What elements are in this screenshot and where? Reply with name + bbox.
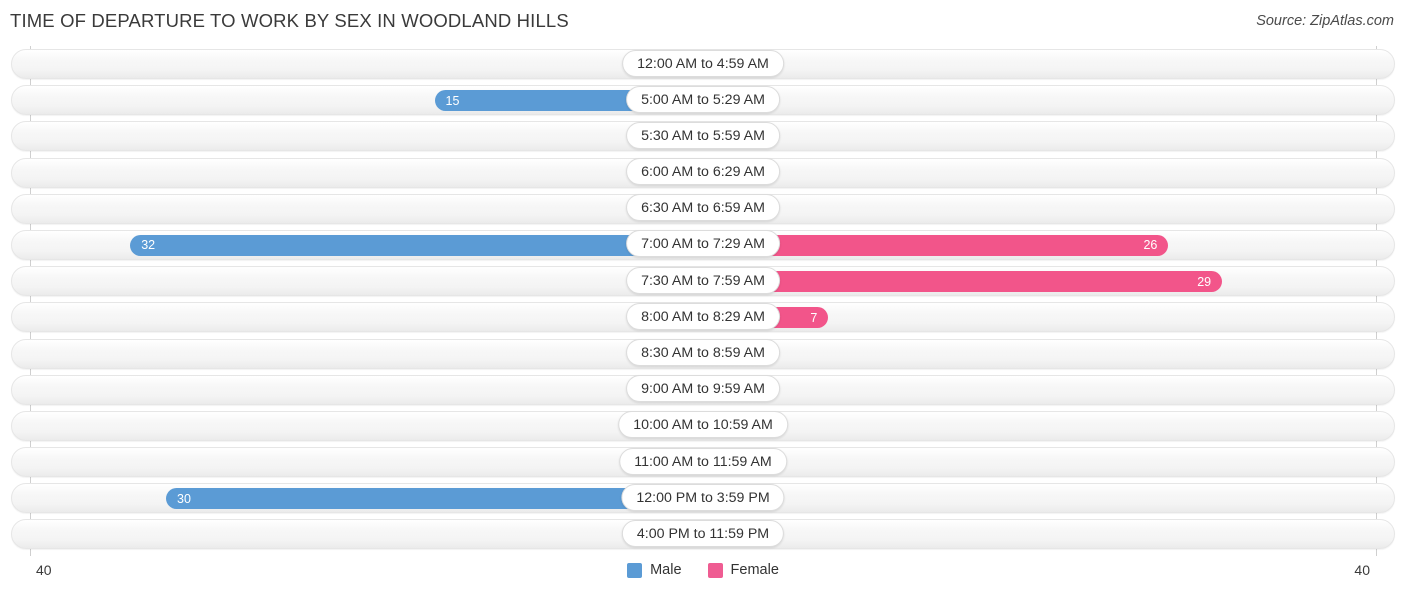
bar-female[interactable]: 29 bbox=[703, 271, 1223, 293]
page-title: TIME OF DEPARTURE TO WORK BY SEX IN WOOD… bbox=[10, 10, 569, 31]
table-row[interactable]: 1505:00 AM to 5:29 AM bbox=[0, 82, 1406, 118]
chart-footer: 40 40 Male Female bbox=[0, 556, 1406, 595]
source-attribution: Source: ZipAtlas.com bbox=[1256, 13, 1394, 29]
table-row[interactable]: 0011:00 AM to 11:59 AM bbox=[0, 444, 1406, 480]
legend-item-male[interactable]: Male bbox=[627, 562, 682, 578]
table-row[interactable]: 0010:00 AM to 10:59 AM bbox=[0, 408, 1406, 444]
category-label: 8:30 AM to 8:59 AM bbox=[626, 339, 780, 366]
category-label: 10:00 AM to 10:59 AM bbox=[618, 411, 788, 439]
category-label: 7:30 AM to 7:59 AM bbox=[626, 266, 780, 294]
table-row[interactable]: 0012:00 AM to 4:59 AM bbox=[0, 46, 1406, 82]
bar-rows: 0012:00 AM to 4:59 AM1505:00 AM to 5:29 … bbox=[0, 46, 1406, 553]
category-label: 4:00 PM to 11:59 PM bbox=[621, 519, 785, 547]
chart-legend: Male Female bbox=[0, 562, 1406, 578]
chart-container: TIME OF DEPARTURE TO WORK BY SEX IN WOOD… bbox=[0, 0, 1406, 595]
category-label: 6:30 AM to 6:59 AM bbox=[626, 194, 780, 222]
category-label: 5:00 AM to 5:29 AM bbox=[626, 85, 780, 113]
category-label: 9:00 AM to 9:59 AM bbox=[626, 375, 780, 403]
legend-swatch-female-icon bbox=[707, 562, 723, 578]
legend-label-male: Male bbox=[650, 562, 682, 578]
table-row[interactable]: 008:30 AM to 8:59 AM bbox=[0, 336, 1406, 372]
table-row[interactable]: 006:00 AM to 6:29 AM bbox=[0, 155, 1406, 191]
table-row[interactable]: 009:00 AM to 9:59 AM bbox=[0, 372, 1406, 408]
category-label: 12:00 AM to 4:59 AM bbox=[622, 49, 784, 77]
bar-value-female: 7 bbox=[810, 310, 818, 325]
bar-male[interactable]: 32 bbox=[130, 234, 703, 256]
chart-header: TIME OF DEPARTURE TO WORK BY SEX IN WOOD… bbox=[0, 0, 1406, 46]
legend-item-female[interactable]: Female bbox=[707, 562, 779, 578]
category-label: 6:00 AM to 6:29 AM bbox=[626, 158, 780, 186]
table-row[interactable]: 2907:30 AM to 7:59 AM bbox=[0, 263, 1406, 299]
bar-value-male: 30 bbox=[177, 491, 191, 506]
category-label: 5:30 AM to 5:59 AM bbox=[626, 121, 780, 149]
bar-value-male: 15 bbox=[445, 93, 460, 108]
bar-value-female: 29 bbox=[1197, 274, 1212, 289]
category-label: 7:00 AM to 7:29 AM bbox=[626, 230, 780, 258]
table-row[interactable]: 005:30 AM to 5:59 AM bbox=[0, 118, 1406, 154]
legend-swatch-male-icon bbox=[627, 562, 643, 578]
plot-area: 0012:00 AM to 4:59 AM1505:00 AM to 5:29 … bbox=[0, 46, 1406, 556]
bar-value-female: 26 bbox=[1143, 238, 1158, 253]
table-row[interactable]: 32 26 7:00 AM to 7:29 AM bbox=[0, 227, 1406, 263]
category-label: 11:00 AM to 11:59 AM bbox=[619, 447, 787, 475]
bar-value-male: 32 bbox=[141, 238, 156, 253]
table-row[interactable]: 004:00 PM to 11:59 PM bbox=[0, 516, 1406, 552]
legend-label-female: Female bbox=[730, 562, 779, 578]
category-label: 8:00 AM to 8:29 AM bbox=[626, 302, 780, 330]
table-row[interactable]: 006:30 AM to 6:59 AM bbox=[0, 191, 1406, 227]
table-row[interactable]: 30012:00 PM to 3:59 PM bbox=[0, 480, 1406, 516]
table-row[interactable]: 708:00 AM to 8:29 AM bbox=[0, 299, 1406, 335]
category-label: 12:00 PM to 3:59 PM bbox=[621, 483, 785, 511]
